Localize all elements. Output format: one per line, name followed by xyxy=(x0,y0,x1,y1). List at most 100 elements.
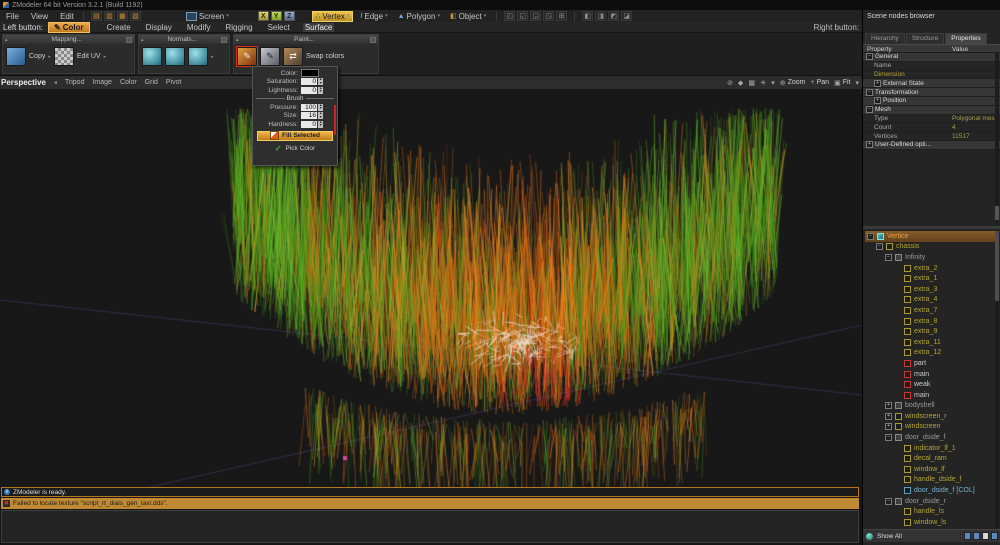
spinner-down-icon[interactable]: ▼ xyxy=(319,82,322,86)
color-swatch[interactable] xyxy=(301,69,319,77)
saturation-spinner[interactable]: ▲▼ xyxy=(318,78,323,85)
pick-color-button[interactable]: ✓ Pick Color xyxy=(257,144,333,153)
property-column-header[interactable]: Property xyxy=(867,46,892,53)
tree-node[interactable]: window_lf xyxy=(865,464,995,475)
swap-icon[interactable]: ⇄ xyxy=(283,47,303,66)
view-filter-icon-1[interactable] xyxy=(964,532,971,540)
size-spinner[interactable]: ▲▼ xyxy=(318,112,323,119)
hardness-value[interactable]: 0 xyxy=(301,121,317,128)
tree-node[interactable]: extra_2 xyxy=(865,263,995,274)
expand-toggle[interactable]: − xyxy=(885,434,892,441)
property-row[interactable]: +User-Defined opti... xyxy=(863,141,1000,150)
status-message-error[interactable]: ✖ Failed to locate texture "script_rt_di… xyxy=(1,498,859,509)
edit-toolbar-icon-4[interactable]: ◳ xyxy=(543,11,554,21)
property-row[interactable]: Name xyxy=(863,62,1000,71)
vp-menu-tripod[interactable]: Tripod xyxy=(65,79,85,86)
tree-node[interactable]: −Vertice xyxy=(865,231,995,242)
property-row[interactable]: Count4 xyxy=(863,123,1000,132)
file-toolbar-icon-3[interactable]: ▦ xyxy=(117,11,128,21)
expand-toggle[interactable]: + xyxy=(885,402,892,409)
mode-polygon-button[interactable]: ▲Polygon▾ xyxy=(395,11,443,22)
tree-node[interactable]: extra_11 xyxy=(865,337,995,348)
extra-toolbar-icon-3[interactable]: ◩ xyxy=(608,11,619,21)
extra-toolbar-icon-2[interactable]: ◨ xyxy=(595,11,606,21)
flyout-arrow-icon[interactable]: ▸ xyxy=(104,54,107,60)
flyout-arrow-icon[interactable]: ▸ xyxy=(48,54,51,60)
collapse-left-icon[interactable]: ◄ xyxy=(53,80,58,86)
edit-uv-icon[interactable] xyxy=(54,47,74,66)
mapping-panel-header[interactable]: ▴ Mapping... xyxy=(3,35,134,44)
menu-file[interactable]: File xyxy=(4,12,21,21)
message-log-area[interactable] xyxy=(1,510,859,543)
file-toolbar-icon-2[interactable]: ▥ xyxy=(104,11,115,21)
expand-toggle[interactable]: − xyxy=(866,106,873,113)
expand-toggle[interactable]: − xyxy=(867,233,874,240)
menu-rigging[interactable]: Rigging xyxy=(223,23,254,32)
expand-toggle[interactable]: − xyxy=(866,53,873,60)
copy-button[interactable]: Copy xyxy=(29,53,45,60)
property-row[interactable]: Dimension xyxy=(863,71,1000,80)
normals-auto-icon[interactable] xyxy=(188,47,208,66)
property-row[interactable]: Vertices11517 xyxy=(863,132,1000,141)
paint-panel-header[interactable]: ▴ Paint... xyxy=(234,35,378,44)
tree-node[interactable]: part xyxy=(865,358,995,369)
view-filter-icon-4[interactable] xyxy=(991,532,998,540)
pressure-value[interactable]: 100 xyxy=(301,104,317,111)
mode-object-button[interactable]: ◧Object▾ xyxy=(447,11,489,22)
normals-flat-icon[interactable] xyxy=(142,47,162,66)
expand-toggle[interactable]: − xyxy=(885,254,892,261)
property-scrollbar[interactable] xyxy=(995,53,999,223)
tree-node[interactable]: extra_12 xyxy=(865,348,995,359)
edit-toolbar-icon-1[interactable]: ◰ xyxy=(504,11,515,21)
tree-node[interactable]: extra_9 xyxy=(865,326,995,337)
tree-node[interactable]: main xyxy=(865,390,995,401)
view-filter-icon-2[interactable] xyxy=(973,532,980,540)
tree-node[interactable]: extra_4 xyxy=(865,295,995,306)
property-row[interactable]: −Transformation xyxy=(863,88,1000,97)
tree-node[interactable]: handle_dside_f xyxy=(865,475,995,486)
tree-node[interactable]: extra_3 xyxy=(865,284,995,295)
axis-y-button[interactable]: Y xyxy=(271,11,282,21)
tree-node[interactable]: +windscreen_r xyxy=(865,411,995,422)
spinner-down-icon[interactable]: ▼ xyxy=(319,116,322,120)
expand-toggle[interactable]: + xyxy=(885,423,892,430)
tree-node[interactable]: decal_ram xyxy=(865,453,995,464)
menu-edit[interactable]: Edit xyxy=(58,12,76,21)
tree-node[interactable]: extra_7 xyxy=(865,305,995,316)
grid-toggle-icon[interactable]: ▦ xyxy=(748,79,755,87)
show-all-button[interactable]: Show All xyxy=(877,533,902,540)
property-row[interactable]: +Position xyxy=(863,97,1000,106)
zoom-button[interactable]: ⊕ Zoom xyxy=(780,79,806,87)
expand-toggle[interactable]: + xyxy=(874,80,881,87)
pan-button[interactable]: + Pan xyxy=(811,79,830,86)
edit-toolbar-icon-2[interactable]: ◱ xyxy=(517,11,528,21)
normals-panel-header[interactable]: ▴ Normals... xyxy=(139,35,229,44)
value-column-header[interactable]: Value xyxy=(952,46,968,53)
panel-splitter[interactable] xyxy=(863,226,1000,229)
tab-hierarchy[interactable]: Hierarchy xyxy=(865,33,905,44)
extra-toolbar-icon-4[interactable]: ◪ xyxy=(621,11,632,21)
paint-gradient-icon[interactable]: ✎ xyxy=(260,47,280,66)
paint-brush-icon[interactable]: ✎ xyxy=(237,47,257,66)
menu-modify[interactable]: Modify xyxy=(185,23,213,32)
hardness-spinner[interactable]: ▲▼ xyxy=(318,121,323,128)
tab-structure[interactable]: Structure xyxy=(906,33,944,44)
screen-dropdown[interactable]: Screen ▾ xyxy=(186,12,229,21)
tree-node[interactable]: −Infinity xyxy=(865,252,995,263)
tree-node[interactable]: window_ls xyxy=(865,517,995,528)
view-filter-icon-3[interactable] xyxy=(982,532,989,540)
spinner-down-icon[interactable]: ▼ xyxy=(319,107,322,111)
tree-node[interactable]: handle_ls xyxy=(865,506,995,517)
menu-select[interactable]: Select xyxy=(266,23,292,32)
tree-node[interactable]: weak xyxy=(865,379,995,390)
file-toolbar-icon-4[interactable]: ▧ xyxy=(130,11,141,21)
edit-uv-button[interactable]: Edit UV xyxy=(77,53,101,60)
mode-vertex-button[interactable]: ∴Vertex▾ xyxy=(312,11,354,22)
view-menu-chevron-icon[interactable]: ▾ xyxy=(855,79,859,87)
spinner-down-icon[interactable]: ▼ xyxy=(319,90,322,94)
view-label[interactable]: Perspective xyxy=(1,78,46,87)
viewport-3d[interactable] xyxy=(0,90,862,487)
copy-icon[interactable] xyxy=(6,47,26,66)
menu-surface[interactable]: Surface xyxy=(303,23,335,32)
tree-node[interactable]: −door_dside_r xyxy=(865,496,995,507)
